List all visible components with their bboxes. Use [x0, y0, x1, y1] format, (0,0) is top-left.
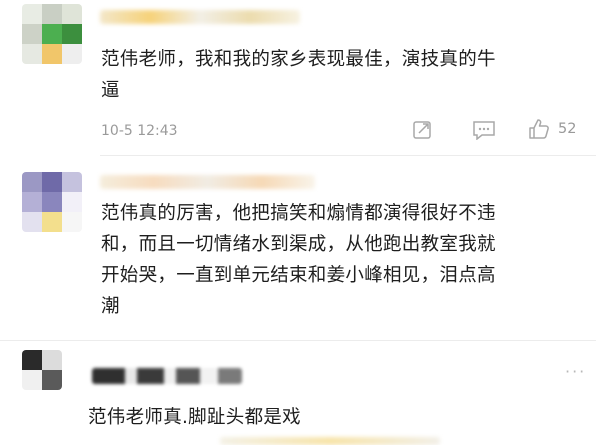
share-button[interactable] [412, 120, 434, 140]
username-blurred[interactable] [100, 10, 300, 24]
divider [0, 340, 596, 341]
comment-button[interactable] [472, 120, 496, 140]
comment-line: 范伟真的厉害，他把搞笑和煽情都演得很好不违 [101, 203, 496, 224]
comment-line: 逼 [101, 80, 120, 101]
more-icon[interactable]: ··· [565, 362, 586, 381]
comment-line: 和，而且一切情绪水到渠成，从他跑出教室我就 [101, 234, 496, 255]
avatar[interactable] [22, 172, 82, 232]
comment-line: 开始哭，一直到单元结束和姜小峰相见，泪点高 [101, 265, 496, 286]
comment-body: 范伟老师，我和我的家乡表现最佳，演技真的牛 逼 [101, 44, 581, 106]
like-icon [529, 119, 549, 139]
comment-line: 潮 [101, 296, 120, 317]
comment-line: 范伟老师，我和我的家乡表现最佳，演技真的牛 [101, 49, 496, 70]
share-icon [413, 121, 431, 139]
username-blurred[interactable] [100, 175, 315, 189]
like-button[interactable]: 52 [528, 118, 576, 140]
avatar[interactable] [22, 4, 82, 64]
reply-preview-blurred [220, 437, 440, 445]
divider [100, 155, 596, 156]
like-count: 52 [558, 121, 577, 137]
avatar[interactable] [22, 350, 62, 390]
comment-icon [473, 121, 495, 140]
comment-body: 范伟老师真.脚趾头都是戏 [88, 402, 568, 433]
comment-timestamp: 10-5 12:43 [101, 123, 178, 139]
comment-line: 范伟老师真.脚趾头都是戏 [88, 407, 301, 428]
comment-body: 范伟真的厉害，他把搞笑和煽情都演得很好不违 和，而且一切情绪水到渠成，从他跑出教… [101, 198, 581, 322]
username-blurred[interactable] [92, 368, 242, 384]
